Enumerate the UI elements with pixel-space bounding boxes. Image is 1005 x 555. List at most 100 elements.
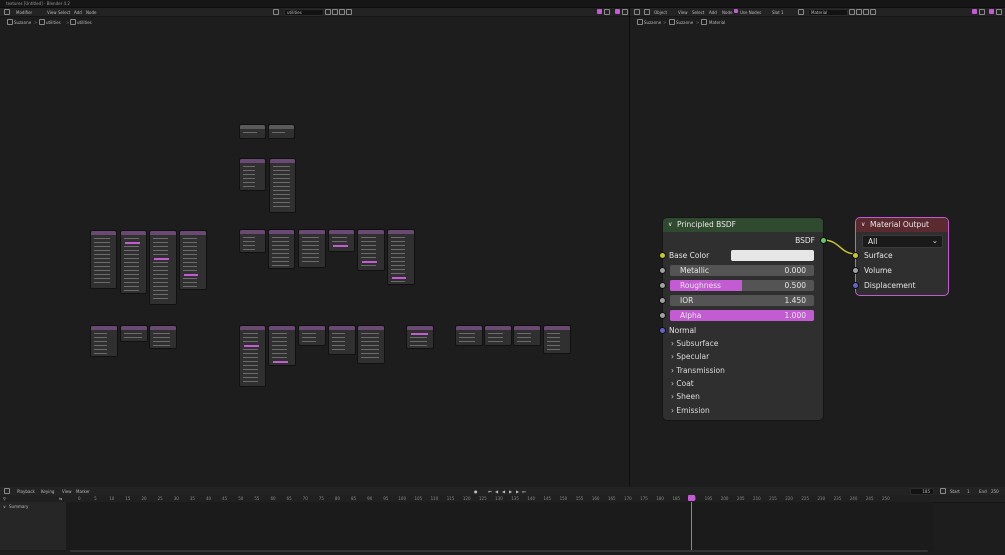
summary-chevron-icon[interactable]: ∨	[3, 504, 6, 509]
geometry-node[interactable]	[179, 230, 207, 290]
geometry-node[interactable]	[239, 158, 266, 191]
ior-socket[interactable]	[659, 297, 666, 304]
editor-type-icon[interactable]	[634, 9, 640, 15]
node-header[interactable]	[121, 231, 146, 235]
node-header[interactable]	[456, 326, 482, 330]
breadcrumb-item[interactable]: Suzanne	[676, 20, 693, 25]
roughness-slider[interactable]: Roughness 0.500	[670, 280, 814, 291]
node-header[interactable]: ∨ Principled BSDF	[663, 218, 823, 232]
fake-user-icon[interactable]	[849, 9, 855, 15]
geometry-node[interactable]	[268, 325, 296, 366]
subsurface-panel[interactable]: › Subsurface	[671, 340, 718, 348]
base-color-socket[interactable]	[659, 252, 666, 259]
node-header[interactable]	[269, 326, 295, 330]
node-header[interactable]	[240, 125, 265, 129]
record-icon[interactable]: ●	[474, 489, 478, 494]
menu-view[interactable]: View	[62, 489, 72, 494]
node-header[interactable]	[407, 326, 433, 330]
overlay-dropdown-icon[interactable]	[979, 9, 985, 15]
node-header[interactable]	[91, 231, 116, 235]
node-header[interactable]	[150, 326, 176, 330]
node-header[interactable]	[299, 230, 325, 234]
node-header[interactable]	[121, 326, 147, 330]
geometry-node[interactable]	[484, 325, 512, 346]
overlay-toggle-icon[interactable]	[597, 9, 602, 14]
snap-toggle-icon[interactable]	[615, 9, 620, 14]
sheen-panel[interactable]: › Sheen	[671, 393, 700, 401]
node-header[interactable]	[299, 326, 325, 330]
nodegroup-field[interactable]: utilities	[284, 9, 324, 16]
node-header[interactable]	[240, 326, 265, 330]
preview-range-icon[interactable]	[940, 488, 946, 494]
overlay-dropdown-icon[interactable]	[604, 9, 610, 15]
geometry-node[interactable]	[387, 229, 415, 285]
geometry-node[interactable]	[268, 124, 295, 139]
fake-user-icon[interactable]	[325, 9, 331, 15]
snap-toggle-icon[interactable]	[989, 9, 994, 14]
alpha-socket[interactable]	[659, 312, 666, 319]
node-header[interactable]	[91, 326, 117, 330]
node-header[interactable]	[388, 230, 414, 234]
node-header[interactable]	[240, 159, 265, 163]
editor-type-icon[interactable]	[4, 9, 10, 15]
play-reverse-icon[interactable]: ◀	[502, 489, 505, 494]
material-field[interactable]: Material	[808, 9, 848, 16]
node-header[interactable]	[329, 326, 355, 330]
menu-node[interactable]: Node	[86, 10, 96, 15]
bsdf-output-socket[interactable]	[820, 237, 827, 244]
use-nodes-checkbox[interactable]	[734, 9, 738, 13]
material-output-node[interactable]: ∨ Material Output All ⌄ Surface Volume D…	[852, 217, 949, 296]
geometry-node[interactable]	[120, 230, 147, 294]
alpha-slider[interactable]: Alpha 1.000	[670, 310, 814, 321]
current-frame-field[interactable]: 185	[910, 488, 934, 495]
breadcrumb-item[interactable]: Material	[709, 20, 725, 25]
jump-end-icon[interactable]: ⏭	[522, 489, 526, 494]
close-icon[interactable]	[339, 9, 345, 15]
geometry-node[interactable]	[328, 325, 356, 355]
metallic-slider[interactable]: Metallic 0.000	[670, 265, 814, 276]
timeline-scrollbar[interactable]	[70, 550, 928, 552]
breadcrumb-item[interactable]: Suzanne	[14, 20, 31, 25]
metallic-socket[interactable]	[659, 267, 666, 274]
ior-slider[interactable]: IOR 1.450	[670, 295, 814, 306]
shader-node-editor-canvas[interactable]: ∨ Principled BSDF BSDF Base Color Metall…	[630, 27, 1005, 486]
geometry-node[interactable]	[406, 325, 434, 349]
menu-select[interactable]: Select	[692, 10, 704, 15]
geometry-node[interactable]	[149, 230, 177, 305]
geometry-node[interactable]	[149, 325, 177, 349]
surface-socket[interactable]	[852, 252, 859, 259]
geometry-node[interactable]	[120, 325, 148, 342]
menu-view[interactable]: View	[678, 10, 688, 15]
overlay-toggle-icon[interactable]	[972, 9, 977, 14]
start-value[interactable]: 1	[967, 489, 970, 494]
node-header[interactable]	[270, 159, 295, 163]
emission-panel[interactable]: › Emission	[671, 407, 710, 415]
node-header[interactable]	[269, 230, 294, 234]
node-header[interactable]	[150, 231, 176, 235]
menu-view[interactable]: View	[47, 10, 57, 15]
collapse-chevron-icon[interactable]: ∨	[861, 221, 865, 228]
duplicate-icon[interactable]	[856, 9, 862, 15]
geometry-node-editor-canvas[interactable]	[0, 27, 629, 486]
geometry-node[interactable]	[268, 229, 295, 269]
duplicate-icon[interactable]	[332, 9, 338, 15]
output-target-dropdown[interactable]: All ⌄	[862, 235, 943, 248]
geometry-node[interactable]	[357, 229, 385, 271]
menu-playback[interactable]: Playback	[17, 489, 35, 494]
node-header[interactable]	[329, 230, 354, 234]
geometry-node[interactable]	[239, 229, 266, 253]
geometry-node[interactable]	[90, 325, 118, 357]
unlink-icon[interactable]	[863, 9, 869, 15]
node-header[interactable]	[180, 231, 206, 235]
menu-select[interactable]: Select	[58, 10, 70, 15]
displacement-socket[interactable]	[852, 282, 859, 289]
node-header[interactable]	[240, 230, 265, 234]
pin-icon[interactable]	[870, 9, 876, 15]
editor-type-icon[interactable]	[4, 488, 10, 494]
playhead-handle[interactable]	[688, 495, 695, 501]
editor-mode-dropdown[interactable]: Modifier	[16, 10, 32, 15]
search-icon[interactable]: ⚲	[3, 496, 6, 501]
channel-toggle-icon[interactable]: ⇆	[59, 496, 62, 501]
slot-dropdown[interactable]: Slot 1	[772, 10, 783, 15]
collapse-chevron-icon[interactable]: ∨	[668, 221, 672, 228]
